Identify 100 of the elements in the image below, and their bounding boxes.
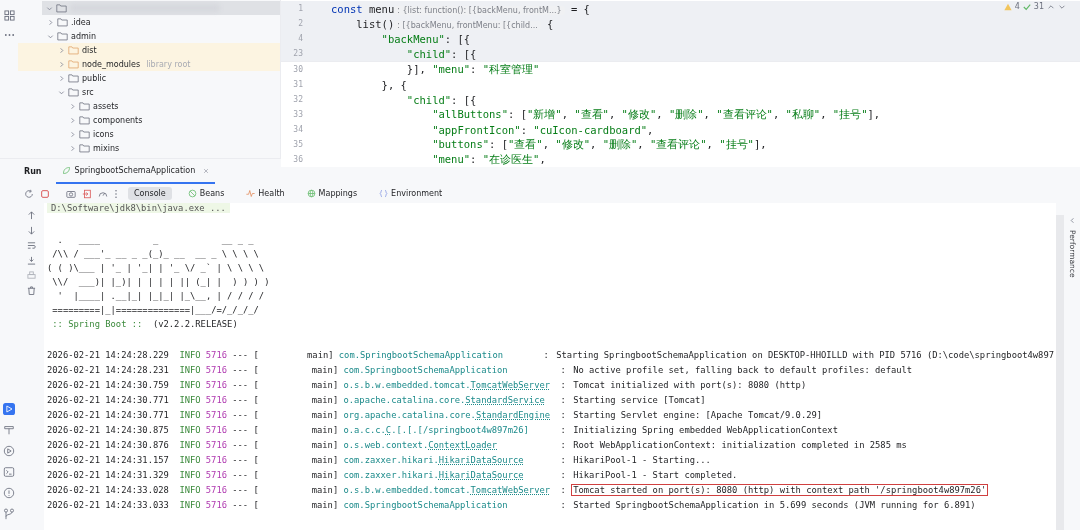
- folder-icon: [68, 59, 79, 69]
- logger-name: com.zaxxer.hikari.HikariDataSource: [343, 469, 525, 480]
- tree-item[interactable]: public: [18, 71, 280, 85]
- log-pid: 5716: [205, 484, 227, 495]
- logger-name: com.zaxxer.hikari.HikariDataSource: [343, 454, 525, 465]
- tree-item[interactable]: mixins: [18, 141, 280, 155]
- log-separator: --- [: [232, 364, 259, 375]
- console-tab[interactable]: Environment: [373, 187, 449, 200]
- code-line: "menu": "在诊医生",: [431, 152, 546, 167]
- play-circle-icon[interactable]: [3, 445, 15, 457]
- print-icon[interactable]: [26, 271, 36, 280]
- console-tab[interactable]: Beans: [181, 187, 231, 200]
- tree-item[interactable]: node_modules library root: [18, 57, 280, 71]
- line-number: 31: [292, 80, 303, 89]
- rerun-icon[interactable]: [24, 188, 34, 199]
- folder-icon: [68, 73, 79, 83]
- stop-icon[interactable]: [40, 188, 50, 199]
- spring-leaf-icon: [61, 166, 71, 175]
- log-level: INFO: [179, 484, 201, 495]
- close-icon[interactable]: [203, 167, 210, 174]
- folder-icon: [56, 3, 67, 13]
- log-colon: :: [560, 409, 566, 420]
- tree-item[interactable]: icons: [18, 127, 280, 141]
- warning-icon[interactable]: [1003, 2, 1012, 11]
- banner-line: :: Spring Boot :: (v2.2.2.RELEASE): [51, 318, 239, 331]
- folder-icon: [57, 31, 68, 41]
- log-timestamp: 2026-02-21 14:24:33.033: [47, 499, 169, 510]
- log-separator: --- [: [232, 349, 259, 360]
- library-root-note: library root: [146, 59, 191, 69]
- log-thread: main]: [310, 499, 339, 510]
- console-tab[interactable]: Health: [240, 187, 291, 200]
- git-icon[interactable]: [3, 508, 15, 520]
- log-timestamp: 2026-02-21 14:24:30.876: [47, 439, 169, 450]
- hammer-icon[interactable]: [3, 424, 15, 436]
- code-line: const menu : {list: function(): [{backMenu, frontM...} = {: [331, 2, 590, 15]
- log-level: INFO: [179, 499, 201, 510]
- up-chevron-icon[interactable]: [1047, 2, 1055, 11]
- log-thread: main]: [310, 484, 339, 495]
- log-colon: :: [560, 484, 566, 495]
- trash-icon[interactable]: [26, 286, 36, 295]
- soft-wrap-icon[interactable]: [26, 241, 36, 250]
- up-arrow-icon[interactable]: [26, 211, 36, 220]
- log-timestamp: 2026-02-21 14:24:28.231: [47, 364, 169, 375]
- log-timestamp: 2026-02-21 14:24:30.771: [47, 394, 169, 405]
- log-separator: --- [: [232, 499, 259, 510]
- logger-name: org.apache.catalina.core.StandardEngine: [343, 409, 552, 420]
- log-colon: :: [560, 469, 566, 480]
- log-level: INFO: [179, 439, 201, 450]
- tree-item[interactable]: admin: [18, 29, 280, 43]
- prohibited-icon: [187, 189, 197, 198]
- tree-item[interactable]: .idea: [18, 15, 280, 29]
- log-pid: 5716: [205, 424, 227, 435]
- log-message: Tomcat started on port(s): 8080 (http) with context path '/springboot4w897m26': [571, 483, 989, 496]
- down-arrow-icon[interactable]: [26, 226, 36, 235]
- log-pid: 5716: [205, 349, 227, 360]
- structure-icon[interactable]: [3, 10, 15, 21]
- log-timestamp: 2026-02-21 14:24:30.771: [47, 409, 169, 420]
- log-message: HikariPool-1 - Start completed.: [572, 468, 739, 481]
- log-separator: --- [: [232, 394, 259, 405]
- camera-icon[interactable]: [66, 188, 76, 199]
- tree-item[interactable]: src: [18, 85, 280, 99]
- tree-item[interactable]: assets: [18, 99, 280, 113]
- log-level: INFO: [179, 454, 201, 465]
- check-icon[interactable]: [1022, 2, 1031, 11]
- banner-line: /\\ / ___'_ __ _ _(_)_ __ __ _ \ \ \ \: [51, 248, 260, 261]
- tree-item[interactable]: components: [18, 113, 280, 127]
- exit-icon[interactable]: [82, 188, 92, 199]
- line-number: 35: [292, 140, 303, 149]
- more-icon[interactable]: [114, 188, 118, 199]
- log-message: Tomcat initialized with port(s): 8080 (http): [572, 378, 808, 391]
- log-message: Root WebApplicationContext: initialization completed in 2585 ms: [572, 438, 908, 451]
- logger-name: o.s.b.w.embedded.tomcat.TomcatWebServer: [343, 379, 552, 390]
- log-message: HikariPool-1 - Starting...: [572, 453, 712, 466]
- run-config-tab[interactable]: SpringbootSchemaApplication: [55, 159, 216, 184]
- folder-icon: [79, 129, 90, 139]
- log-thread: main]: [310, 469, 339, 480]
- console-tab[interactable]: Console: [128, 187, 172, 200]
- code-line: }], "menu": "科室管理": [405, 62, 540, 77]
- chevron-icon[interactable]: [1068, 217, 1076, 224]
- terminal-icon[interactable]: [3, 466, 15, 478]
- tree-item[interactable]: [42, 1, 280, 15]
- more-icon[interactable]: [3, 33, 15, 37]
- logger-name: o.s.web.context.ContextLoader: [343, 439, 499, 450]
- code-line: list() : [{backMenu, frontMenu: [{child... {: [355, 17, 554, 30]
- braces-icon: [379, 189, 389, 198]
- tree-item[interactable]: dist: [18, 43, 280, 57]
- problems-icon[interactable]: [3, 487, 15, 499]
- line-number: 2: [297, 19, 303, 28]
- check-count: 31: [1033, 2, 1044, 11]
- log-timestamp: 2026-02-21 14:24:30.759: [47, 379, 169, 390]
- line-number: 34: [292, 125, 303, 134]
- code-line: "child": [{: [405, 47, 477, 60]
- folder-icon: [79, 143, 90, 153]
- scroll-to-end-icon[interactable]: [26, 256, 36, 265]
- console-tab[interactable]: Mappings: [300, 187, 364, 200]
- code-line: "backMenu": [{: [380, 32, 471, 45]
- run-icon[interactable]: [3, 403, 15, 415]
- log-level: INFO: [179, 394, 201, 405]
- log-colon: :: [560, 394, 566, 405]
- banner-line: ' |____| .__|_| |_|_| |_\__, | / / / /: [56, 290, 266, 303]
